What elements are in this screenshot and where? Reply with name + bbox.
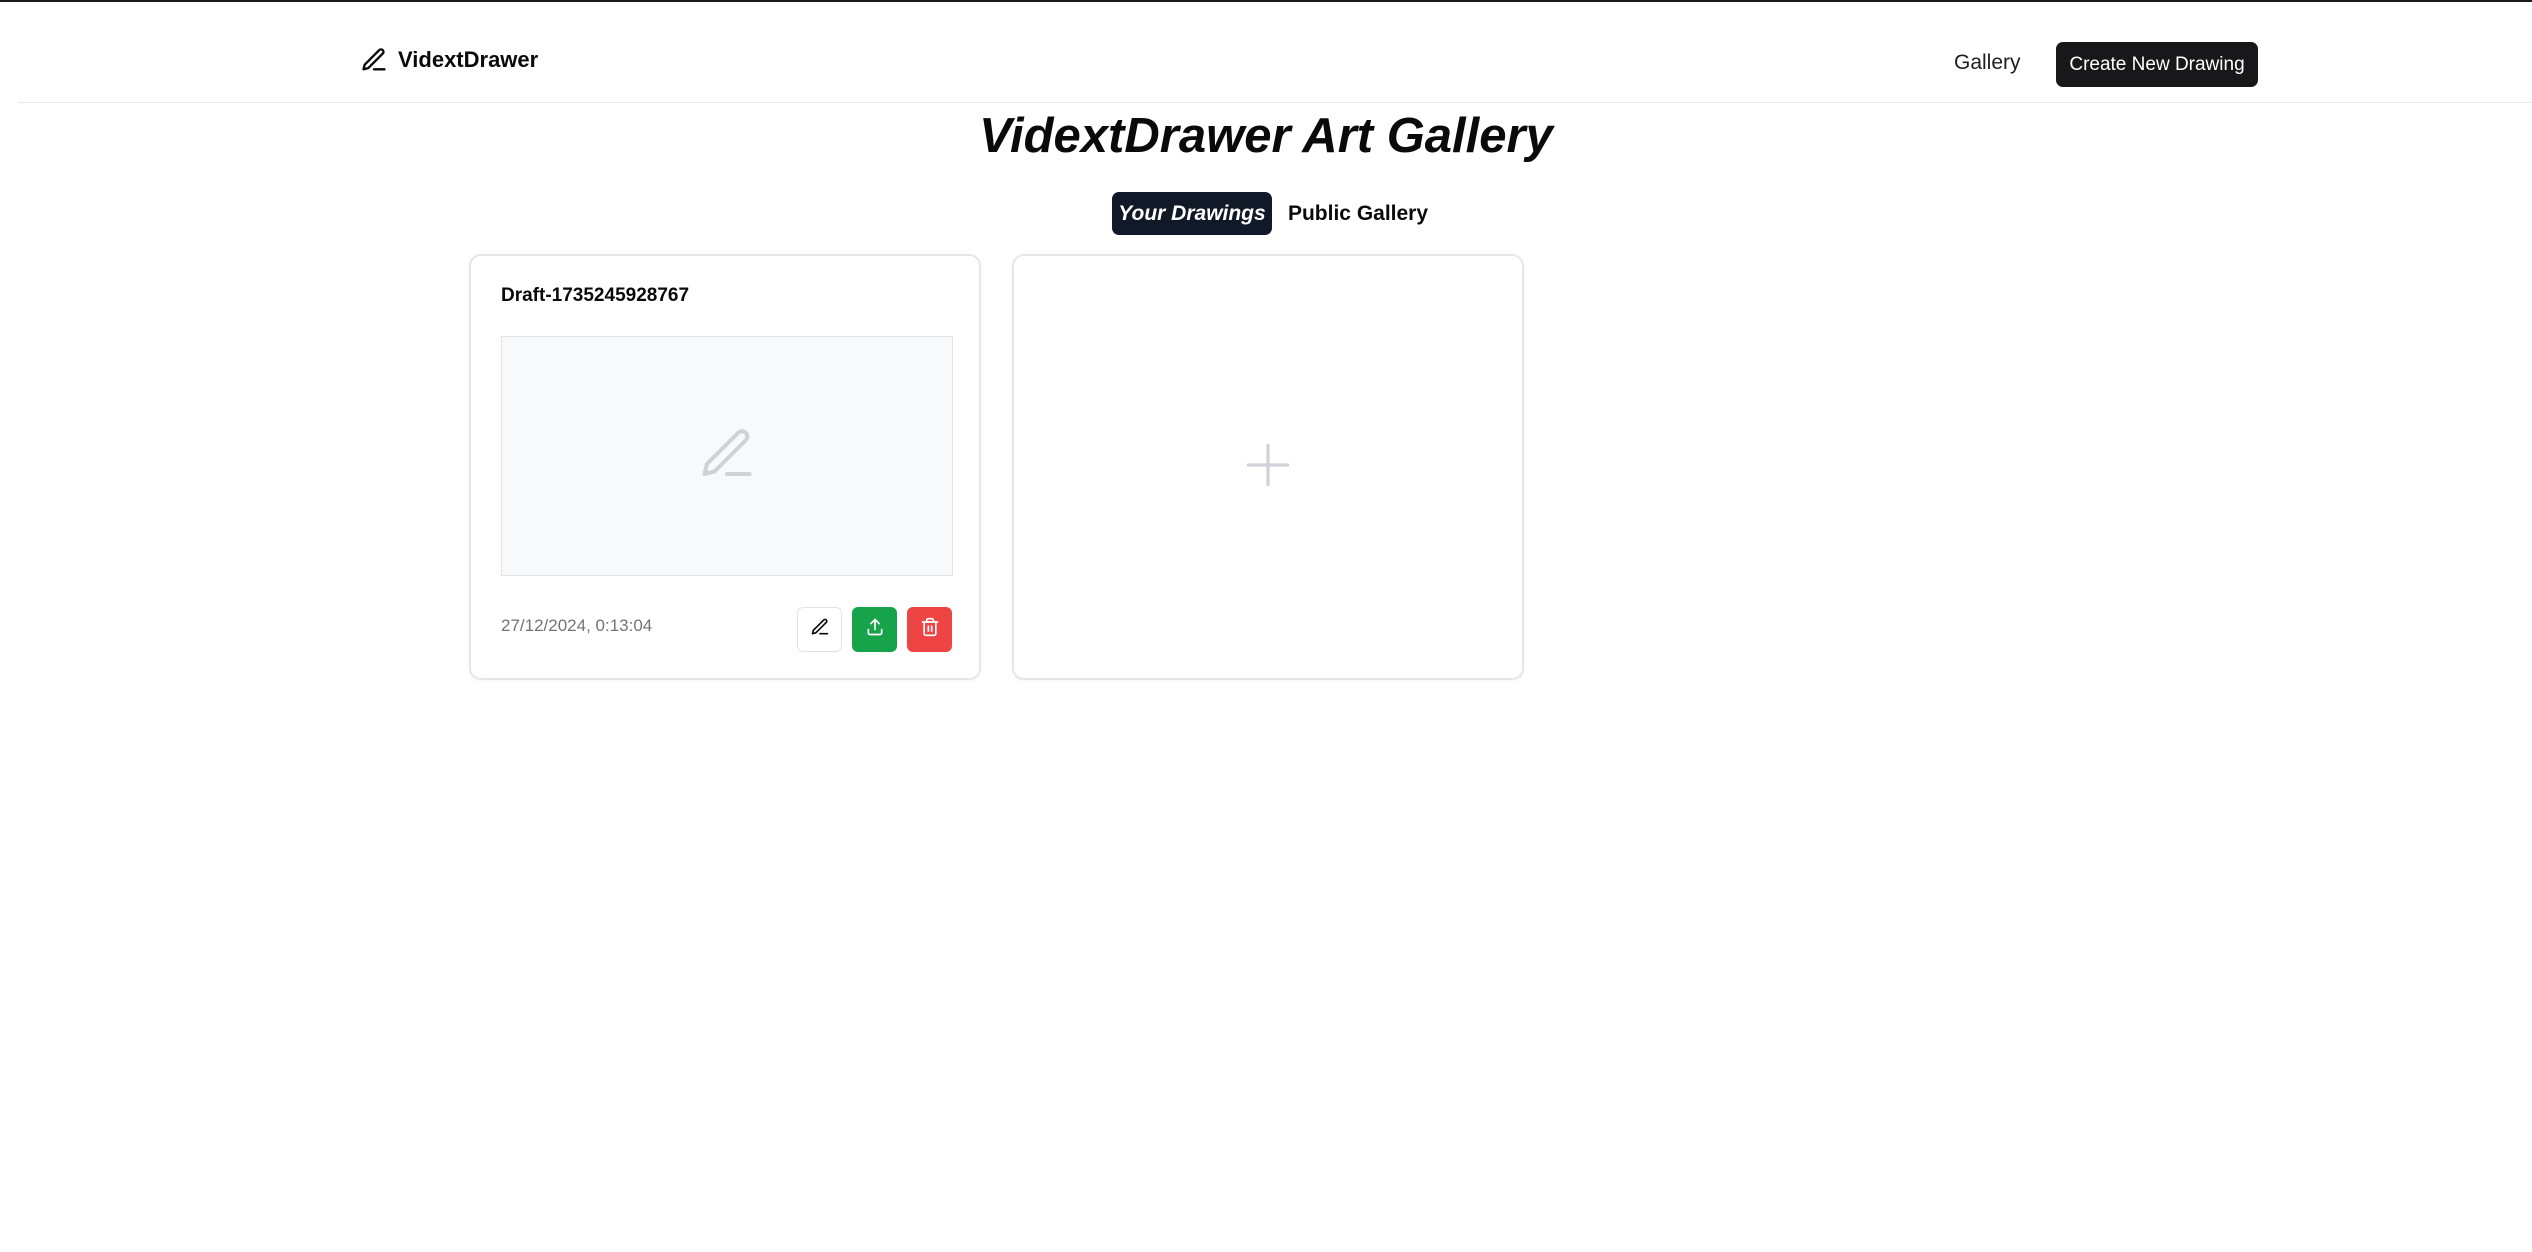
- drawing-thumbnail[interactable]: [501, 336, 953, 576]
- pencil-icon: [360, 46, 388, 74]
- drawing-timestamp: 27/12/2024, 0:13:04: [501, 616, 653, 635]
- page-title: VidextDrawer Art Gallery: [979, 109, 1553, 163]
- brand-logo-link[interactable]: VidextDrawer: [360, 46, 538, 74]
- drawing-card: Draft-1735245928767 27/12/2024, 0:13:04: [469, 254, 981, 680]
- upload-icon: [865, 617, 885, 642]
- edit-drawing-button[interactable]: [797, 607, 842, 652]
- tab-public-gallery[interactable]: Public Gallery: [1272, 192, 1444, 235]
- pencil-icon: [697, 424, 757, 489]
- trash-icon: [920, 617, 940, 642]
- edit-icon: [810, 617, 830, 642]
- nav-gallery-link[interactable]: Gallery: [1954, 51, 2021, 75]
- create-new-drawing-button[interactable]: Create New Drawing: [2056, 42, 2258, 87]
- drawing-actions: [797, 607, 952, 652]
- delete-drawing-button[interactable]: [907, 607, 952, 652]
- new-drawing-card[interactable]: [1012, 254, 1524, 680]
- drawing-title: Draft-1735245928767: [501, 285, 690, 306]
- navbar: VidextDrawer Gallery Create New Drawing: [18, 2, 2532, 103]
- plus-icon: [1242, 439, 1294, 496]
- gallery-tabs: Your Drawings Public Gallery: [1112, 192, 1444, 235]
- publish-drawing-button[interactable]: [852, 607, 897, 652]
- brand-name: VidextDrawer: [398, 47, 539, 72]
- tab-your-drawings[interactable]: Your Drawings: [1112, 192, 1272, 235]
